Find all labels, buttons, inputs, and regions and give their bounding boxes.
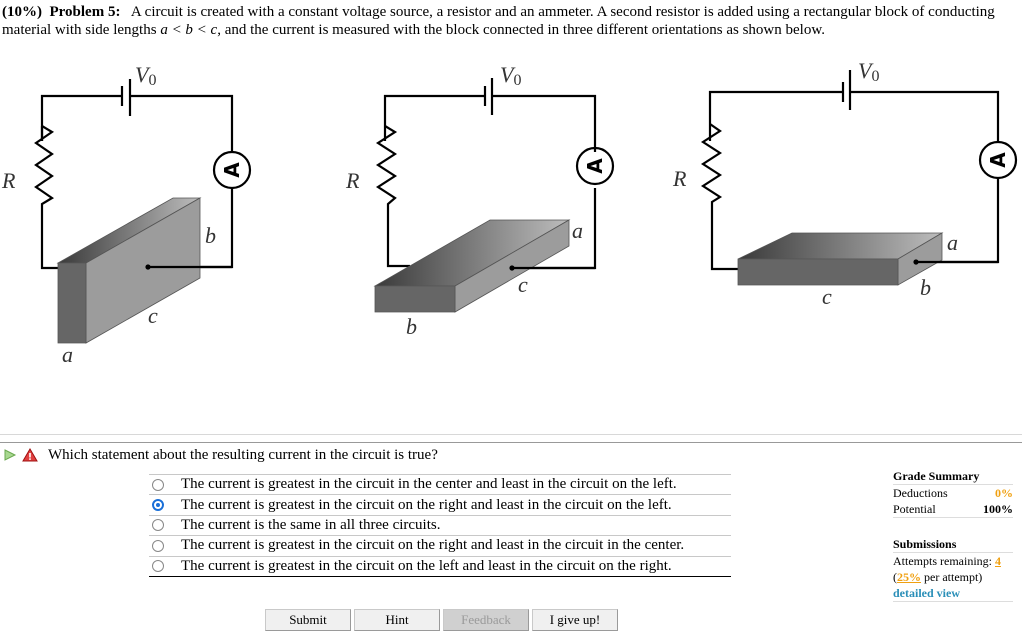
resistor-label-left: R [1,168,16,193]
circuit-figure: A A A V0 V0 V0 R R R a b c b a c c a b [1,58,1018,367]
voltage-label-right: V0 [858,58,879,85]
ammeter-right-label: A [986,152,1010,168]
feedback-button: Feedback [443,609,529,631]
dim-label-right-a: a [947,230,958,255]
resistor-label-right: R [672,166,687,191]
deductions-label: Deductions [893,486,948,500]
grade-summary-title: Grade Summary [893,468,1013,485]
submit-button[interactable]: Submit [265,609,351,631]
potential-value: 100% [983,502,1013,516]
deductions-value: 0% [995,486,1013,500]
choice-label: The current is the same in all three cir… [181,516,441,533]
question-text: Which statement about the resulting curr… [48,447,438,463]
radio-button-selected[interactable] [152,499,164,512]
hint-button[interactable]: Hint [354,609,440,631]
answer-choice[interactable]: The current is greatest in the circuit o… [149,535,731,555]
dim-label-right-b: b [920,275,931,300]
radio-button[interactable] [152,560,164,573]
detailed-view-link[interactable]: detailed view [893,585,1013,602]
choice-label: The current is greatest in the circuit o… [181,496,672,513]
per-attempt-label: per attempt) [921,570,983,584]
radio-button[interactable] [152,519,164,532]
ammeter-center-label: A [583,158,607,174]
divider-bottom [0,442,1022,443]
problem-weight: (10%) [2,4,42,20]
action-buttons: Submit Hint Feedback I give up! [265,609,621,631]
dim-label-left-b: b [205,223,216,248]
answer-choice[interactable]: The current is greatest in the circuit o… [149,494,731,514]
radio-button[interactable] [152,478,164,491]
choice-label: The current is greatest in the circuit i… [181,476,677,493]
dim-label-center-b: b [406,314,417,339]
resistor-label-center: R [345,168,360,193]
potential-label: Potential [893,502,936,516]
radio-button[interactable] [152,539,164,552]
expand-arrow-icon[interactable] [2,447,18,463]
block-left [56,197,202,344]
problem-text-2: , and the current is measured with the b… [217,22,825,38]
submissions-title: Submissions [893,536,1013,553]
answer-choice[interactable]: The current is greatest in the circuit o… [149,555,731,577]
dim-label-left-c: c [148,303,158,328]
voltage-label-center: V0 [500,62,521,89]
per-attempt-value: 25% [897,570,921,584]
divider-top [0,434,1022,435]
choice-label: The current is greatest in the circuit o… [181,537,685,554]
give-up-button[interactable]: I give up! [532,609,618,631]
dim-label-center-c: c [518,272,528,297]
dim-label-center-a: a [572,218,583,243]
warning-icon [22,448,38,462]
answer-choice[interactable]: The current is the same in all three cir… [149,514,731,535]
problem-number: Problem 5: [49,4,121,20]
voltage-label-left: V0 [135,62,156,89]
dim-label-right-c: c [822,284,832,309]
choice-label: The current is greatest in the circuit o… [181,557,672,574]
dim-label-left-a: a [62,342,73,367]
answer-choice[interactable]: The current is greatest in the circuit i… [149,474,731,494]
block-right [737,232,944,286]
answer-choices: The current is greatest in the circuit i… [149,474,731,577]
attempts-label: Attempts remaining: [893,554,992,568]
grade-summary-panel: Grade Summary Deductions 0% Potential 100%… [893,468,1013,602]
ammeter-left-label: A [220,162,244,178]
problem-inequality: a < b < c [160,22,218,38]
attempts-value: 4 [994,554,1001,568]
problem-statement: (10%) Problem 5: A circuit is created wi… [2,3,1020,39]
question-row: Which statement about the resulting curr… [2,446,438,464]
